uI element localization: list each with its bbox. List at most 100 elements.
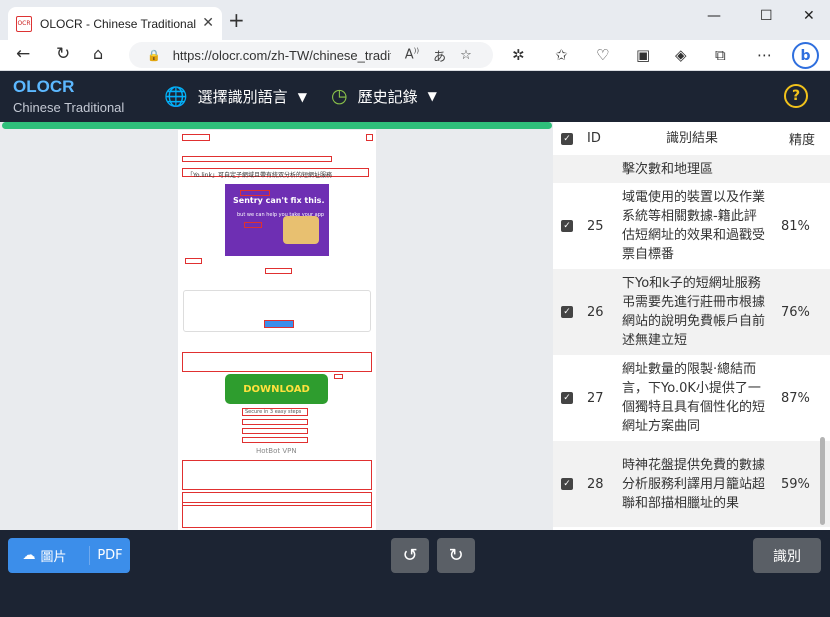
favorite-star-icon[interactable]: ☆ xyxy=(460,48,472,63)
upload-pdf-label: PDF xyxy=(97,548,123,563)
row-result-text: 網址數量的限製·總結而言，下Yo.0K小提供了一個獨特且具有個性化的短網址方案曲… xyxy=(622,362,766,434)
row-checkbox[interactable]: ✓ xyxy=(561,478,573,490)
row-accuracy: 87% xyxy=(781,390,810,406)
favorites-icon[interactable]: ✩ xyxy=(555,46,568,64)
read-aloud-icon[interactable]: A)) xyxy=(405,47,419,62)
table-row[interactable]: ✓ 27 網址數量的限製·總結而言，下Yo.0K小提供了一個獨特且具有個性化的短… xyxy=(553,355,830,441)
cloud-upload-icon: ☁ xyxy=(22,548,36,563)
ocr-box xyxy=(264,320,294,328)
health-icon[interactable]: ♡ xyxy=(596,46,609,64)
ocr-box xyxy=(182,502,372,528)
download-button: DOWNLOAD xyxy=(225,374,328,404)
browser-tabbar: OCR OLOCR - Chinese Traditional OCR ✕ + … xyxy=(0,0,830,40)
vpn-text: HotBot VPN xyxy=(256,447,297,455)
row-id: 26 xyxy=(587,304,604,320)
ocr-box xyxy=(242,428,308,434)
rotate-left-icon: ↺ xyxy=(402,545,418,566)
results-table: ✓ ID 識別結果 精度 擊次數和地理區 ✓ 25 域電使用的裝置以及作業系統等… xyxy=(553,122,830,530)
row-result-text: 下Yo和k子的短網址服務弔需要先進行莊冊市根據網站的說明免費帳戶自前述無建立短 xyxy=(622,276,766,348)
site-favicon-icon: OCR xyxy=(16,15,32,32)
rotate-right-icon: ↻ xyxy=(448,545,464,566)
select-all-checkbox[interactable]: ✓ xyxy=(561,132,573,145)
table-row[interactable]: ✓ 28 時神花盤提供免費的數據分析服務利譯用月籠站超聯和部描相臘址的果 59% xyxy=(553,441,830,527)
ad-title: Sentry can't fix this. xyxy=(233,196,325,205)
column-id: ID xyxy=(587,131,601,146)
row-result-text: 時神花盤提供免費的數據分析服務利譯用月籠站超聯和部描相臘址的果 xyxy=(622,457,766,511)
history-menu-label: 歷史記錄 xyxy=(357,87,418,106)
address-bar[interactable]: 🔒 https://olocr.com/zh-TW/chinese_tradit… xyxy=(129,42,493,68)
ocr-box xyxy=(242,419,308,425)
language-menu[interactable]: 🌐 選擇識別語言 ▼ xyxy=(164,85,307,108)
refresh-icon[interactable]: ↻ xyxy=(56,44,70,64)
rotate-right-button[interactable]: ↻ xyxy=(437,538,475,573)
collections-icon[interactable]: ▣ xyxy=(636,46,650,64)
history-menu[interactable]: ◷ 歷史記錄 ▼ xyxy=(331,85,437,107)
ocr-box xyxy=(185,258,202,264)
bottom-toolbar: ☁ 圖片 PDF ↺ ↻ 識別 xyxy=(0,530,830,617)
table-row[interactable]: ✓ 25 域電使用的裝置以及作業系統等相關數據-籍此評估短網址的效果和過戳受票自… xyxy=(553,183,830,269)
preview-heading: 「Yo.link」可自定子網域且帶有統双分析的短網址服務 xyxy=(187,172,332,179)
bing-chat-icon[interactable]: b xyxy=(792,42,819,69)
table-row[interactable]: 擊次數和地理區 xyxy=(553,155,830,183)
globe-icon: 🌐 xyxy=(164,86,188,108)
row-checkbox[interactable]: ✓ xyxy=(561,392,573,404)
secure-steps-text: Secure in 3 easy steps xyxy=(245,409,302,415)
table-header: ✓ ID 識別結果 精度 xyxy=(553,122,830,155)
maximize-icon[interactable]: ☐ xyxy=(760,8,773,24)
ocr-box xyxy=(182,460,372,490)
row-accuracy: 59% xyxy=(781,476,810,492)
progress-bar xyxy=(2,122,552,129)
ocr-box xyxy=(265,268,292,274)
upload-group: ☁ 圖片 PDF xyxy=(8,538,130,573)
tab-title: OLOCR - Chinese Traditional OCR xyxy=(40,16,200,31)
url-text: https://olocr.com/zh-TW/chinese_traditio… xyxy=(172,47,391,63)
ocr-box xyxy=(366,134,373,141)
back-icon[interactable]: ← xyxy=(16,44,30,64)
ocr-box xyxy=(182,352,372,372)
ocr-box xyxy=(182,156,332,162)
table-row[interactable]: ✓ 26 下Yo和k子的短網址服務弔需要先進行莊冊市根據網站的說明免費帳戶自前述… xyxy=(553,269,830,355)
translate-icon[interactable]: あ xyxy=(433,46,446,65)
help-icon[interactable]: ? xyxy=(784,84,808,108)
row-accuracy: 76% xyxy=(781,304,810,320)
ocr-box xyxy=(240,190,270,196)
window-close-icon[interactable]: ✕ xyxy=(803,8,815,24)
ad-illustration xyxy=(283,216,319,244)
row-id: 28 xyxy=(587,476,604,492)
lock-icon: 🔒 xyxy=(147,48,161,62)
app-header: OLOCR Chinese Traditional 🌐 選擇識別語言 ▼ ◷ 歷… xyxy=(0,71,830,122)
row-id: 25 xyxy=(587,218,604,234)
tab-close-icon[interactable]: ✕ xyxy=(202,15,214,31)
column-accuracy: 精度 xyxy=(789,133,816,148)
table-scrollbar[interactable] xyxy=(820,437,825,525)
document-preview[interactable]: 「Yo.link」可自定子網域且帶有統双分析的短網址服務 Sentry can'… xyxy=(178,130,376,530)
row-checkbox[interactable]: ✓ xyxy=(561,306,573,318)
browser-tab[interactable]: OCR OLOCR - Chinese Traditional OCR ✕ xyxy=(8,7,222,40)
app-logo-subtitle: Chinese Traditional xyxy=(13,100,125,115)
upload-pdf-button[interactable]: PDF xyxy=(90,538,130,573)
app-logo[interactable]: OLOCR xyxy=(13,77,74,97)
ocr-box xyxy=(334,374,343,379)
row-checkbox[interactable]: ✓ xyxy=(561,220,573,232)
chevron-down-icon: ▼ xyxy=(297,89,307,104)
row-result-text: 域電使用的裝置以及作業系統等相關數據-籍此評估短網址的效果和過戳受票自標番 xyxy=(622,190,766,262)
more-menu-icon[interactable]: ⋯ xyxy=(757,46,772,64)
language-menu-label: 選擇識別語言 xyxy=(197,88,288,106)
new-tab-icon[interactable]: + xyxy=(228,8,245,32)
browser-essentials-icon[interactable]: ◈ xyxy=(675,46,687,64)
chevron-down-icon: ▼ xyxy=(427,89,437,103)
row-result-text: 擊次數和地理區 xyxy=(622,161,714,177)
row-accuracy: 81% xyxy=(781,218,810,234)
home-icon[interactable]: ⌂ xyxy=(93,44,103,63)
copilot-icon[interactable]: ⧉ xyxy=(715,46,726,64)
browser-toolbar: ← ↻ ⌂ 🔒 https://olocr.com/zh-TW/chinese_… xyxy=(0,40,830,71)
extensions-icon[interactable]: ✲ xyxy=(512,46,525,64)
row-id: 27 xyxy=(587,390,604,406)
ocr-box xyxy=(242,437,308,443)
upload-image-button[interactable]: ☁ 圖片 xyxy=(8,538,81,573)
rotate-left-button[interactable]: ↺ xyxy=(391,538,429,573)
recognize-button[interactable]: 識別 xyxy=(753,538,821,573)
minimize-icon[interactable]: — xyxy=(707,8,721,24)
upload-image-label: 圖片 xyxy=(40,550,67,565)
ocr-box xyxy=(182,134,210,141)
